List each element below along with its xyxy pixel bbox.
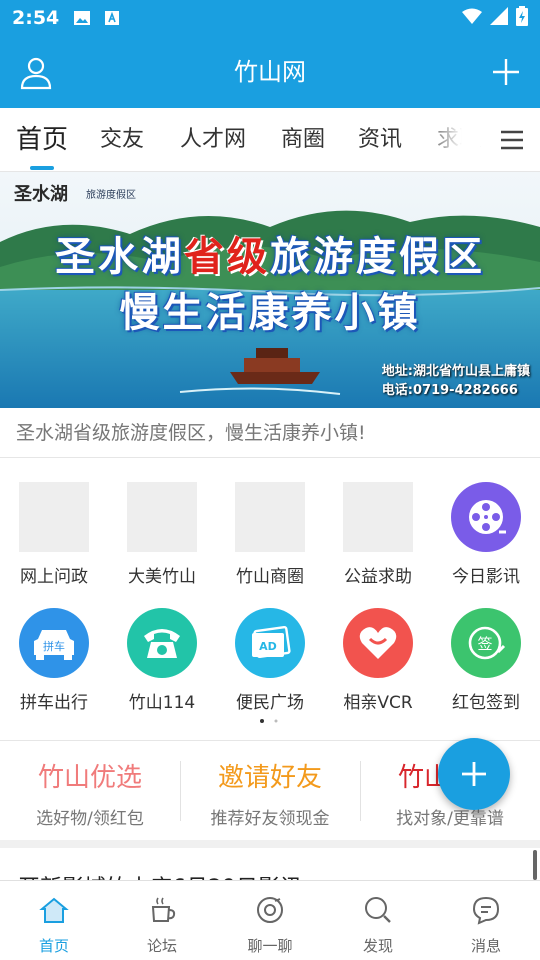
news-list-item[interactable]: 开新影城竹山店6月29日影讯: [0, 848, 540, 880]
page-indicator: [260, 719, 278, 723]
placeholder-icon: [343, 482, 413, 552]
menu-icon: [501, 130, 523, 150]
nav-forum[interactable]: 论坛: [108, 881, 216, 960]
chat-circle-icon: [257, 897, 283, 923]
sign-in-icon: 签: [451, 608, 521, 678]
nav-home[interactable]: 首页: [0, 881, 108, 960]
coffee-icon: [151, 897, 176, 922]
app-bar: 竹山网: [0, 36, 540, 108]
grid-item-charity-help[interactable]: 公益求助: [324, 482, 432, 587]
image-notification-icon: [73, 10, 91, 26]
banner-address: 地址:湖北省竹山县上庸镇 电话:0719-4282666: [381, 364, 530, 398]
banner-logo-subtitle: 旅游度假区: [86, 190, 136, 201]
search-icon: [365, 897, 391, 923]
grid-item-zhushan-114[interactable]: 竹山114: [108, 608, 216, 713]
grid-item-beautiful-zhushan[interactable]: 大美竹山: [108, 482, 216, 587]
status-bar: 2:54: [0, 0, 540, 36]
wifi-icon: [462, 8, 482, 28]
placeholder-icon: [235, 482, 305, 552]
banner-headline-2: 慢生活康养小镇: [119, 290, 421, 336]
tab-business[interactable]: 商圈: [281, 108, 325, 171]
signal-icon: [490, 7, 508, 29]
heart-icon: [343, 608, 413, 678]
promo-banner[interactable]: 圣水湖 旅游度假区 圣水湖省级旅游度假区 慢生活康养小镇 地址:湖北省竹山县上庸…: [0, 172, 540, 408]
grid-item-carpool[interactable]: 拼车 拼车出行: [0, 608, 108, 713]
plus-icon: [462, 762, 486, 786]
plus-icon: [493, 59, 519, 85]
text-notification-icon: [103, 10, 121, 26]
banner-caption[interactable]: 圣水湖省级旅游度假区，慢生活康养小镇!: [0, 408, 540, 458]
tab-jobs-site[interactable]: 人才网: [180, 108, 246, 171]
status-time: 2:54: [12, 7, 60, 29]
active-tab-indicator: [30, 166, 54, 170]
ad-icon: AD: [235, 608, 305, 678]
placeholder-icon: [127, 482, 197, 552]
tabs-menu-button[interactable]: [498, 126, 526, 154]
tab-news[interactable]: 资讯: [358, 108, 402, 171]
category-tabs: 首页 交友 人才网 商圈 资讯 求职: [0, 108, 540, 172]
message-icon: [472, 896, 500, 925]
battery-icon: [516, 6, 528, 30]
tab-home[interactable]: 首页: [16, 108, 68, 171]
phone-icon: [127, 608, 197, 678]
scrollbar[interactable]: [533, 850, 537, 880]
grid-item-dating-vcr[interactable]: 相亲VCR: [324, 608, 432, 713]
news-title: 开新影城竹山店6月29日影讯: [18, 870, 302, 880]
grid-item-movie-news[interactable]: 今日影讯: [432, 482, 540, 587]
page-title: 竹山网: [234, 58, 306, 86]
grid-item-public-square[interactable]: AD 便民广场: [216, 608, 324, 713]
nav-chat[interactable]: 聊一聊: [216, 881, 324, 960]
banner-headline-1: 圣水湖省级旅游度假区: [55, 234, 485, 280]
svg-text:AD: AD: [259, 640, 277, 653]
film-reel-icon: [451, 482, 521, 552]
grid-item-online-politics[interactable]: 网上问政: [0, 482, 108, 587]
tab-fade: [420, 108, 480, 171]
home-icon: [39, 897, 69, 923]
placeholder-icon: [19, 482, 89, 552]
section-separator: [0, 840, 540, 848]
nav-messages[interactable]: 消息: [432, 881, 540, 960]
grid-item-business-circle[interactable]: 竹山商圈: [216, 482, 324, 587]
svg-text:拼车: 拼车: [43, 639, 65, 653]
promo-invite-friends[interactable]: 邀请好友 推荐好友领现金: [180, 741, 360, 841]
floating-add-button[interactable]: [438, 738, 510, 810]
car-icon: 拼车: [19, 608, 89, 678]
add-button[interactable]: [488, 54, 524, 90]
banner-logo: 圣水湖: [14, 184, 68, 205]
grid-item-sign-in[interactable]: 签 红包签到: [432, 608, 540, 713]
promo-zhushan-select[interactable]: 竹山优选 选好物/领红包: [0, 741, 180, 841]
tab-dating[interactable]: 交友: [100, 108, 144, 171]
bottom-nav: 首页 论坛 聊一聊 发现 消息: [0, 880, 540, 960]
nav-discover[interactable]: 发现: [324, 881, 432, 960]
svg-text:签: 签: [477, 635, 492, 653]
